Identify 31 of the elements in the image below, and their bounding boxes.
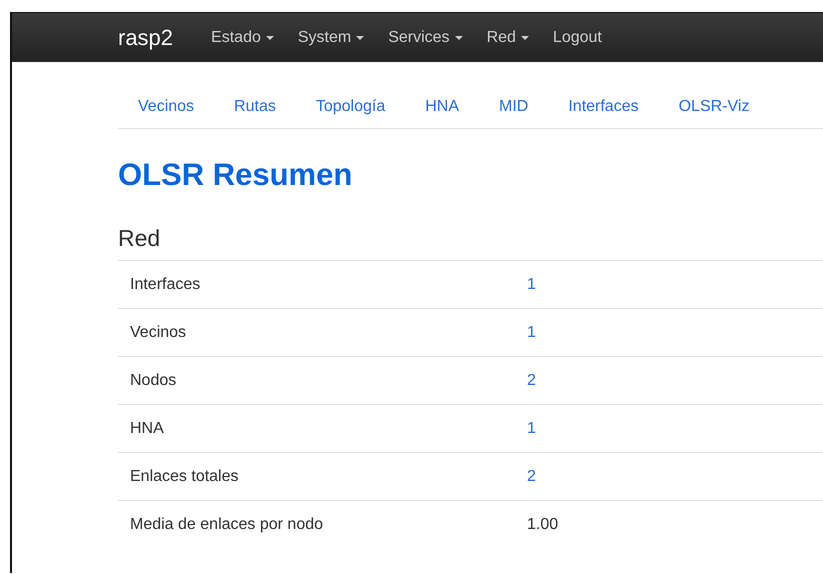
row-label: Media de enlaces por nodo — [118, 500, 527, 548]
nav-menu[interactable]: Red — [474, 28, 541, 46]
brand-link[interactable]: rasp2 — [118, 24, 174, 50]
row-label: Vecinos — [118, 308, 527, 356]
row-label: Interfaces — [118, 260, 527, 308]
nav-menu[interactable]: Services — [376, 28, 475, 46]
value-link[interactable]: 1 — [527, 324, 536, 340]
value-link[interactable]: 1 — [527, 276, 536, 292]
value-text: 1.00 — [527, 516, 558, 532]
nav-menu[interactable]: System — [286, 28, 376, 46]
tab[interactable]: HNA — [405, 98, 480, 116]
value-link[interactable]: 1 — [527, 420, 536, 436]
value-link[interactable]: 2 — [527, 468, 536, 484]
nav-menu[interactable]: Logout — [540, 28, 614, 46]
row-label: Enlaces totales — [118, 452, 527, 500]
section-heading: Red — [118, 225, 162, 252]
row-label: Nodos — [118, 356, 527, 404]
tab[interactable]: Vecinos — [118, 98, 214, 116]
value-link[interactable]: 2 — [527, 372, 536, 388]
row-label: HNA — [118, 404, 527, 452]
tab[interactable]: Rutas — [214, 98, 296, 116]
caret-icon — [454, 36, 463, 40]
tab[interactable]: Topología — [296, 98, 406, 116]
tab[interactable]: MID — [479, 98, 548, 116]
caret-icon — [520, 36, 529, 40]
page-title: OLSR Resumen — [118, 157, 354, 193]
tab[interactable]: OLSR-Viz — [658, 98, 770, 116]
nav-menu[interactable]: Estado — [211, 28, 286, 46]
caret-icon — [356, 36, 364, 40]
tab[interactable]: Interfaces — [548, 98, 659, 116]
caret-icon — [266, 36, 274, 40]
